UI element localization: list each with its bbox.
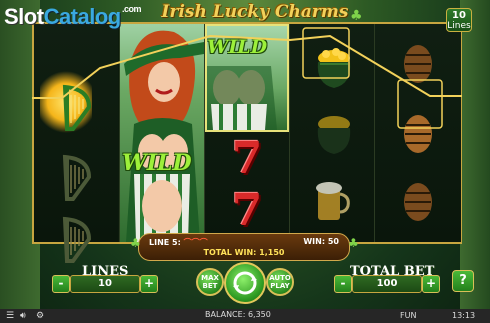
lucky-seven-icon: 7 — [231, 184, 263, 236]
barrel-icon — [404, 183, 432, 221]
beer-mug-symbol — [290, 164, 374, 236]
reel-1 — [34, 24, 118, 263]
balance: BALANCE: 6,350 — [205, 310, 271, 319]
auto-play-label: AUTO PLAY — [269, 274, 291, 290]
watermark-part2: Catalog — [43, 4, 122, 29]
game-title: Irish Lucky Charms — [161, 2, 349, 22]
line-win-label: LINE 5: ⌒⌒⌒ — [149, 238, 208, 247]
lines-decrease-button[interactable]: - — [52, 275, 70, 293]
reel-2: WILD — [119, 24, 204, 242]
balance-label: BALANCE: — [205, 310, 246, 319]
total-win: TOTAL WIN: 1,150 — [139, 248, 349, 257]
pot-of-gold-icon — [314, 110, 351, 154]
harp-icon — [59, 83, 93, 133]
beer-mug-icon — [316, 182, 350, 220]
max-bet-label: MAX BET — [201, 274, 219, 290]
mode-indicator: FUN — [400, 311, 417, 320]
help-button[interactable]: ? — [452, 270, 474, 292]
reel-frame: WILD WILD 7 7 — [32, 22, 462, 263]
sound-icon[interactable]: 🔊︎ — [20, 311, 26, 321]
clover-icon: ♣ — [130, 236, 141, 250]
line-win-amount: WIN: 50 — [303, 237, 339, 246]
lines-badge-value: 10 — [452, 10, 466, 21]
clover-icon: ♣ — [350, 8, 363, 24]
spin-arrows-icon — [233, 271, 257, 295]
wild-girl-symbol: WILD — [120, 24, 204, 242]
wild-girl-symbol: WILD — [205, 24, 289, 132]
bet-decrease-button[interactable]: - — [334, 275, 352, 293]
reel-3: WILD 7 7 — [204, 24, 289, 242]
leprechaun-girl-illustration — [124, 30, 204, 242]
pot-of-gold-icon — [314, 44, 351, 88]
bet-increase-button[interactable]: + — [422, 275, 440, 293]
lines-badge-label: Lines — [447, 21, 471, 31]
max-bet-button[interactable]: MAX BET — [196, 268, 224, 296]
spin-button[interactable] — [224, 262, 266, 304]
wild-label: WILD — [207, 36, 268, 58]
settings-icon[interactable]: ⚙ — [36, 311, 44, 321]
lines-value: 10 — [70, 275, 140, 293]
lines-badge: 10 Lines — [446, 8, 472, 32]
barrel-symbol — [375, 166, 461, 238]
total-win-value: 1,150 — [259, 248, 285, 257]
pot-of-gold-symbol — [290, 30, 374, 102]
total-win-label: TOTAL WIN: — [203, 248, 257, 257]
clock: 13:13 — [452, 311, 476, 320]
harp-icon — [59, 153, 93, 203]
reel-5 — [374, 24, 461, 242]
harp-symbol — [34, 72, 118, 144]
line-win-value: 50 — [327, 237, 339, 246]
watermark-suffix: .com — [122, 4, 142, 14]
barrel-icon — [404, 45, 432, 83]
seven-symbol: 7 — [205, 180, 289, 240]
lucky-seven-icon: 7 — [231, 132, 263, 184]
win-info-panel: LINE 5: ⌒⌒⌒ WIN: 50 TOTAL WIN: 1,150 — [138, 233, 350, 261]
seven-symbol: 7 — [205, 128, 289, 188]
horseshoe-icons: ⌒⌒⌒ — [183, 238, 208, 247]
auto-play-button[interactable]: AUTO PLAY — [266, 268, 294, 296]
clover-icon: ♣ — [348, 236, 359, 250]
barrel-symbol — [375, 28, 461, 100]
total-bet-value: 100 — [352, 275, 422, 293]
barrel-symbol — [375, 98, 461, 170]
reel-4 — [289, 24, 374, 242]
lines-increase-button[interactable]: + — [140, 275, 158, 293]
balance-value: 6,350 — [247, 310, 271, 319]
wild-label: WILD — [122, 150, 192, 176]
status-bar: ☰ 🔊︎ ⚙ BALANCE: 6,350 FUN 13:13 — [0, 309, 490, 323]
barrel-icon — [404, 115, 432, 153]
pot-of-gold-symbol — [290, 96, 374, 168]
menu-icon[interactable]: ☰ — [6, 311, 14, 321]
harp-icon — [59, 215, 93, 265]
watermark-part1: Slot — [4, 4, 44, 29]
slotcatalog-watermark: SlotCatalog .com — [4, 4, 142, 30]
